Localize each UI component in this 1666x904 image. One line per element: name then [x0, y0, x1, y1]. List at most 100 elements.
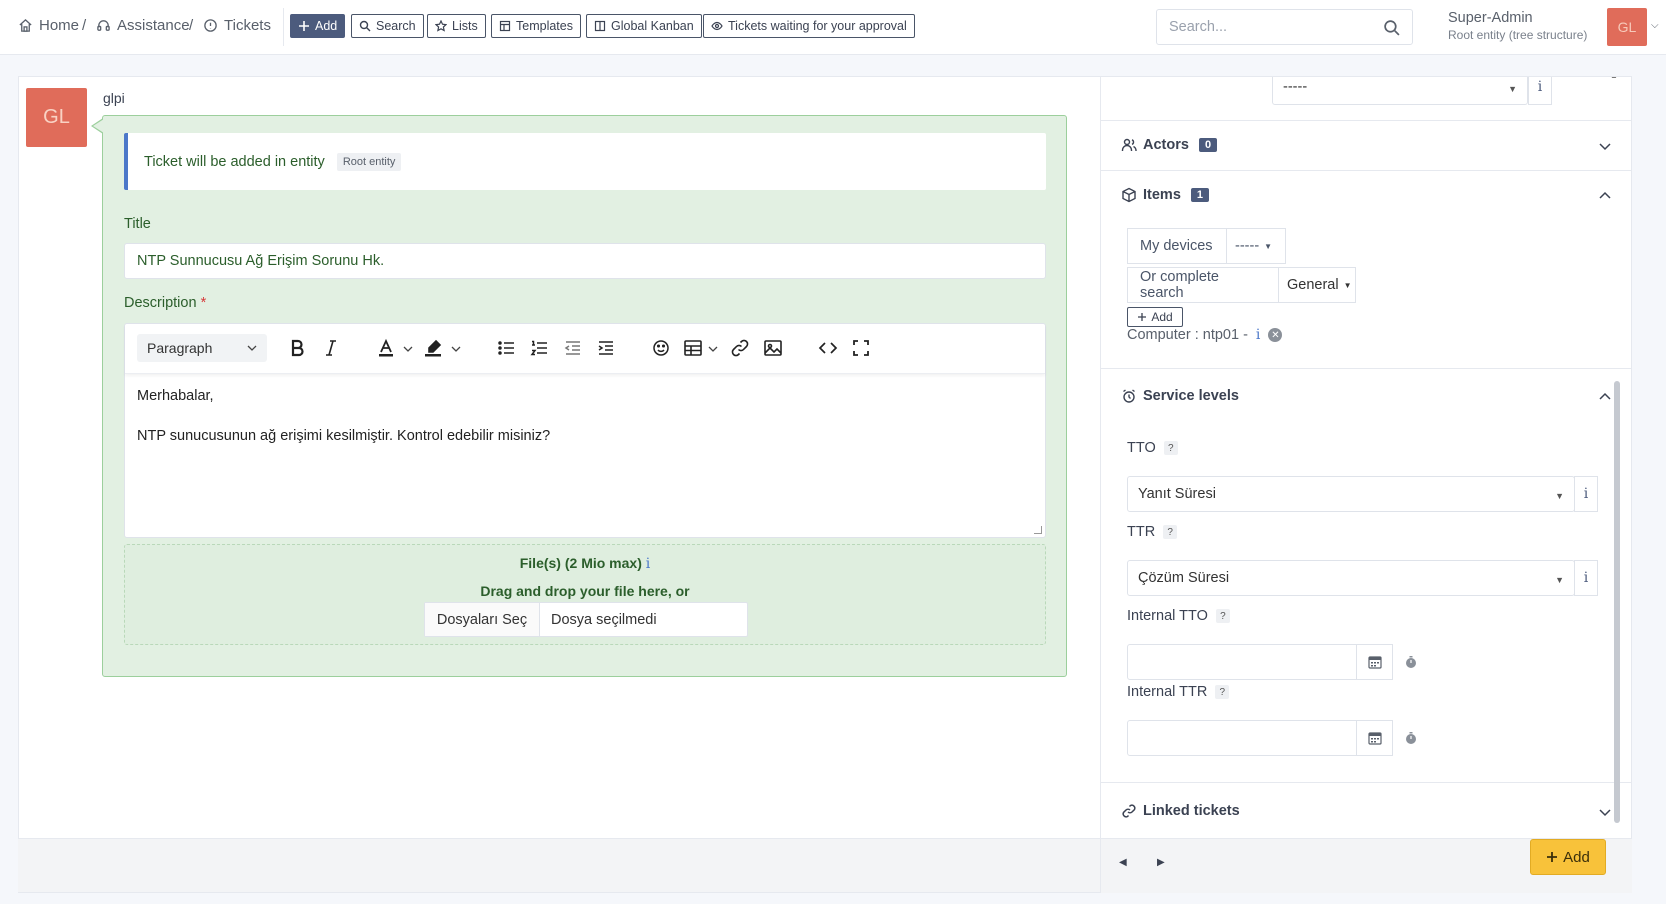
service-levels-section-header[interactable]: Service levels — [1121, 388, 1239, 404]
help-icon[interactable]: ? — [1215, 685, 1230, 699]
chevron-down-icon[interactable] — [403, 341, 413, 359]
chevron-down-icon[interactable] — [451, 341, 461, 359]
chevron-down-icon[interactable]: ⌵ — [1651, 20, 1659, 31]
numbered-list-button[interactable] — [527, 336, 551, 360]
chevron-up-icon[interactable] — [1598, 390, 1612, 404]
info-icon[interactable]: i — [646, 556, 650, 572]
chevron-down-icon[interactable] — [1598, 805, 1612, 819]
remove-item-icon[interactable]: ✕ — [1268, 328, 1283, 342]
linked-item-name[interactable]: Computer : ntp01 - — [1127, 327, 1248, 343]
title-input[interactable]: NTP Sunnucusu Ağ Erişim Sorunu Hk. — [124, 243, 1046, 279]
choose-files-button[interactable]: Dosyaları Seç — [425, 603, 540, 636]
stopwatch-icon[interactable] — [1404, 731, 1420, 747]
editor-paragraph: Merhabalar, — [137, 388, 214, 404]
description-editor[interactable]: Paragraph Merhabalar, NTP sunucusunun ağ… — [124, 323, 1046, 538]
internal-ttr-date-input[interactable] — [1127, 720, 1357, 756]
outdent-button[interactable] — [561, 336, 585, 360]
complete-search-button[interactable]: Or complete search — [1127, 267, 1279, 303]
chevron-down-icon[interactable] — [708, 341, 718, 359]
next-icon[interactable]: ▶ — [1157, 857, 1165, 868]
add-item-button[interactable]: Add — [1127, 307, 1183, 327]
add-ticket-submit-button[interactable]: Add — [1530, 839, 1606, 875]
top-header: Home / Assistance / Tickets Add Search L… — [0, 0, 1666, 55]
chevron-down-icon[interactable] — [1598, 139, 1612, 153]
source-code-button[interactable] — [816, 336, 840, 360]
required-mark: * — [200, 295, 207, 311]
user-avatar[interactable]: GL — [1607, 8, 1647, 46]
editor-content[interactable]: Merhabalar, NTP sunucusunun ağ erişimi k… — [137, 386, 550, 466]
add-ticket-button[interactable]: Add — [290, 14, 346, 38]
breadcrumb-tickets[interactable]: Tickets — [203, 17, 271, 34]
bold-button[interactable] — [285, 336, 309, 360]
top-select-value: ----- — [1283, 79, 1308, 95]
indent-button[interactable] — [594, 336, 618, 360]
info-icon[interactable]: i — [1256, 327, 1260, 343]
italic-button[interactable] — [319, 336, 343, 360]
alert-circle-icon — [204, 19, 217, 32]
tto-info-button[interactable]: i — [1574, 476, 1598, 512]
breadcrumb-home[interactable]: Home — [18, 17, 79, 34]
info-icon: i — [1537, 79, 1543, 95]
help-icon[interactable]: ? — [1215, 609, 1230, 623]
previous-icon[interactable]: ◀ — [1119, 857, 1127, 868]
highlight-color-button[interactable] — [421, 336, 445, 360]
top-field-select[interactable]: ----- ▼ — [1272, 77, 1528, 105]
form-footer — [18, 838, 1118, 893]
stopwatch-icon[interactable] — [1404, 655, 1420, 671]
search-button[interactable]: Search — [351, 14, 424, 38]
tto-select[interactable]: Yanıt Süresi ▼ — [1127, 476, 1575, 512]
user-entity[interactable]: Root entity (tree structure) — [1448, 28, 1587, 42]
image-button[interactable] — [761, 336, 785, 360]
info-button[interactable]: i — [1528, 77, 1552, 105]
ttr-info-button[interactable]: i — [1574, 560, 1598, 596]
emoji-button[interactable] — [649, 336, 673, 360]
resize-handle[interactable] — [1034, 526, 1042, 534]
paragraph-format-select[interactable]: Paragraph — [137, 334, 267, 362]
internal-tto-date-input[interactable] — [1127, 644, 1357, 680]
search-icon[interactable] — [1383, 19, 1400, 36]
help-icon[interactable]: ? — [1163, 441, 1178, 455]
kanban-icon — [594, 20, 606, 32]
users-icon — [1121, 138, 1137, 151]
global-kanban-button[interactable]: Global Kanban — [586, 14, 702, 38]
ttr-select[interactable]: Çözüm Süresi ▼ — [1127, 560, 1575, 596]
headset-icon — [97, 20, 110, 31]
image-icon — [764, 340, 782, 356]
file-status: Dosya seçilmedi — [551, 611, 657, 628]
items-count-badge: 1 — [1190, 188, 1210, 202]
calendar-icon — [1367, 732, 1382, 745]
header-divider — [283, 8, 284, 46]
plus-icon — [1138, 313, 1147, 321]
calendar-icon — [1367, 656, 1382, 669]
bullet-list-button[interactable] — [494, 336, 518, 360]
table-button[interactable] — [681, 336, 705, 360]
scroll-up-icon[interactable]: ▲ — [1610, 77, 1618, 80]
my-devices-select[interactable]: ----- ▼ — [1226, 228, 1286, 264]
my-devices-button[interactable]: My devices — [1127, 228, 1227, 264]
section-divider — [1101, 782, 1631, 783]
user-name[interactable]: Super-Admin — [1448, 10, 1533, 26]
fullscreen-button[interactable] — [849, 336, 873, 360]
chevron-up-icon[interactable] — [1598, 189, 1612, 203]
linked-tickets-section-header[interactable]: Linked tickets — [1121, 803, 1240, 819]
tickets-approval-button[interactable]: Tickets waiting for your approval — [703, 14, 915, 38]
breadcrumb-assistance[interactable]: Assistance — [96, 17, 190, 34]
file-input[interactable]: Dosyaları Seç Dosya seçilmedi — [424, 602, 748, 637]
add-ticket-label: Add — [315, 19, 338, 33]
itemtype-select[interactable]: General ▼ — [1278, 267, 1356, 303]
lists-button[interactable]: Lists — [427, 14, 486, 38]
package-icon — [1122, 187, 1136, 203]
items-section-header[interactable]: Items 1 — [1121, 187, 1210, 203]
text-color-button[interactable] — [374, 336, 398, 360]
file-upload-dropzone[interactable]: File(s) (2 Mio max) i Drag and drop your… — [124, 544, 1046, 645]
panel-scrollbar[interactable] — [1614, 381, 1620, 823]
help-icon[interactable]: ? — [1163, 525, 1178, 539]
templates-button[interactable]: Templates — [491, 14, 581, 38]
internal-tto-calendar-button[interactable] — [1356, 644, 1393, 680]
plus-icon — [299, 21, 309, 31]
global-search-input[interactable]: Search... — [1156, 9, 1413, 45]
caret-down-icon: ▼ — [1343, 280, 1352, 290]
internal-ttr-calendar-button[interactable] — [1356, 720, 1393, 756]
link-button[interactable] — [728, 336, 752, 360]
actors-section-header[interactable]: Actors 0 — [1121, 137, 1218, 153]
